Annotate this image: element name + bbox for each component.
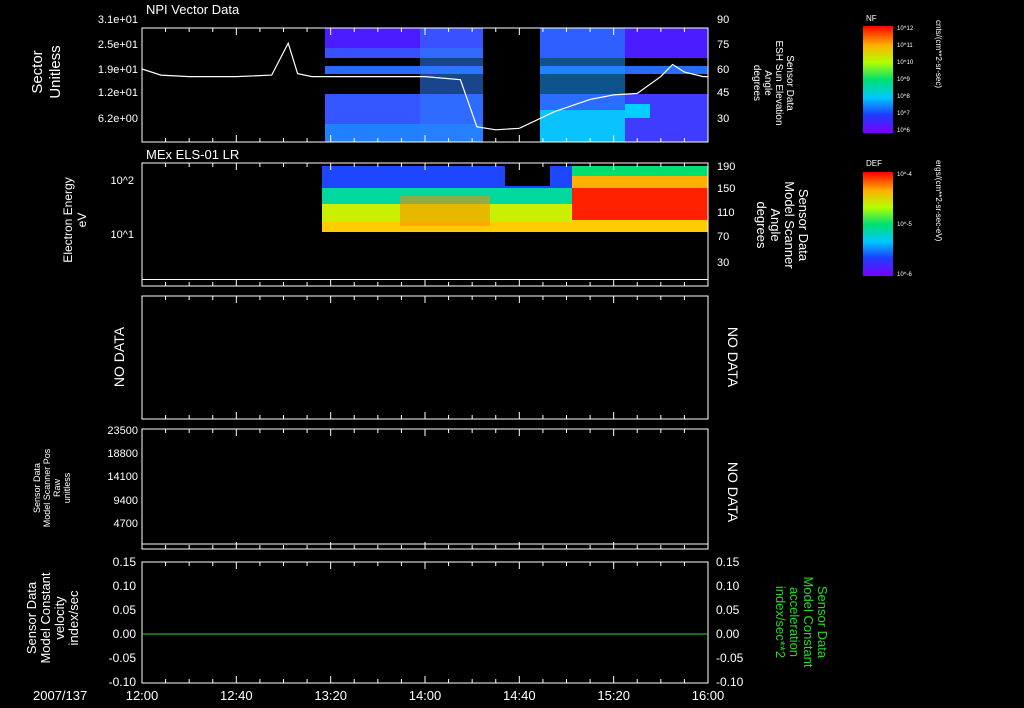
- npi-colorbar-tick: 10^9: [897, 77, 910, 83]
- p5-right-tick: 0.10: [716, 579, 740, 593]
- npi-ylabel-line1: Sector: [29, 50, 46, 93]
- time-tick-label: 16:00: [692, 688, 725, 703]
- p5-ylabel-line2: Model Constant: [38, 572, 53, 663]
- p4-ytick: 4700: [114, 518, 138, 530]
- p5-minor-ticks: [141, 562, 709, 683]
- npi-colorbar-units: cnts/(cm**2-sr-sec): [934, 20, 943, 88]
- p4-ytick: 23500: [107, 425, 138, 437]
- els-ylabel-line2: eV: [75, 213, 89, 228]
- p5-ylabel-line1: Sensor Data: [24, 581, 39, 654]
- p5-right-tick: -0.10: [716, 675, 744, 689]
- p5-ylabel-line3: velocity: [52, 596, 67, 640]
- npi-right-label-line3: Angle: [762, 70, 773, 96]
- els-right-label-line3: Angle: [768, 208, 783, 241]
- npi-ytick: 3.1e+01: [98, 14, 138, 26]
- p5-ytick: 0.00: [113, 627, 137, 641]
- time-tick-label: 12:40: [220, 688, 253, 703]
- npi-ylabel-line2: Unitless: [47, 45, 64, 98]
- p3-minor-ticks: [141, 296, 709, 419]
- p5-right-label-line3: acceleration: [787, 587, 802, 657]
- els-colorbar-tick: 10^-4: [897, 172, 912, 178]
- els-heatmap: [322, 166, 708, 232]
- els-right-label-line4: degrees: [754, 202, 769, 249]
- p5-right-tick: -0.05: [716, 651, 744, 665]
- p4-ylabel-line3: Raw: [52, 479, 62, 498]
- time-axis: 2007/137 12:00 12:40 13:20 14:00 14:40 15:20 1…: [33, 688, 724, 703]
- p5-ytick: 0.15: [113, 555, 137, 569]
- els-colorbar-tick: 10^-6: [897, 272, 912, 278]
- p5-right-tick: 0.05: [716, 603, 740, 617]
- p5-ytick: 0.05: [113, 603, 137, 617]
- els-colorbar-label: DEF: [866, 159, 882, 168]
- panel-scanner-pos: 23500 18800 14100 9400 4700 Sensor Data …: [32, 425, 741, 550]
- npi-right-tick: 75: [717, 39, 729, 51]
- npi-heatmap: [325, 28, 708, 142]
- els-right-label-line1: Sensor Data: [796, 189, 811, 262]
- els-right-tick: 150: [717, 183, 735, 195]
- npi-right-tick: 45: [717, 87, 729, 99]
- time-tick-label: 12:00: [126, 688, 159, 703]
- npi-colorbar-tick: 10^11: [897, 43, 913, 49]
- npi-right-tick: 90: [717, 14, 729, 26]
- els-colorbar-units: ergs/(cm**2-sr-sec-eV): [934, 160, 943, 242]
- time-tick-label: 15:20: [597, 688, 630, 703]
- els-ytick: 10^1: [110, 229, 134, 241]
- els-ylabel-line1: Electron Energy: [61, 177, 75, 262]
- panel-npi: NPI Vector Data 3.1e+01 2.5e+01 1.9e+01 …: [29, 2, 943, 143]
- els-title: MEx ELS-01 LR: [146, 147, 239, 162]
- npi-ytick: 1.2e+01: [98, 87, 138, 99]
- npi-right-tick: 60: [717, 64, 729, 76]
- time-tick-label: 13:20: [314, 688, 347, 703]
- p5-right-label-line4: index/sec**2: [773, 586, 788, 658]
- npi-colorbar-tick: 10^6: [897, 128, 910, 134]
- p3-right-no-data: NO DATA: [725, 327, 741, 388]
- els-right-tick: 70: [717, 231, 729, 243]
- els-colorbar-tick: 10^-5: [897, 222, 912, 228]
- npi-right-label-line1: Sensor Data: [784, 55, 795, 111]
- npi-right-label-line2: ESH Sun Elevation: [773, 40, 784, 125]
- els-right-label-line2: Model Scanner: [782, 181, 797, 269]
- npi-title: NPI Vector Data: [146, 2, 240, 17]
- p4-ytick: 9400: [114, 495, 138, 507]
- els-colorbar: [863, 172, 893, 276]
- panel-empty: NO DATA NO DATA: [111, 295, 741, 420]
- npi-right-tick: 30: [717, 113, 729, 125]
- p5-ytick: -0.10: [109, 675, 137, 689]
- p5-ytick: 0.10: [113, 579, 137, 593]
- npi-right-label-line4: degrees: [751, 65, 762, 101]
- p4-right-no-data: NO DATA: [725, 462, 741, 523]
- panel-els: MEx ELS-01 LR 10^2 10^1 190 150 110 70 3…: [61, 147, 943, 287]
- npi-colorbar-tick: 10^8: [897, 94, 910, 100]
- p4-ytick: 14100: [107, 471, 138, 483]
- chart-stack: NPI Vector Data 3.1e+01 2.5e+01 1.9e+01 …: [24, 2, 943, 703]
- p4-ytick: 18800: [107, 448, 138, 460]
- p5-right-tick: 0.15: [716, 555, 740, 569]
- p5-ytick: -0.05: [109, 651, 137, 665]
- time-tick-label: 14:00: [409, 688, 442, 703]
- els-right-tick: 30: [717, 257, 729, 269]
- npi-ytick: 2.5e+01: [98, 39, 138, 51]
- p5-ylabel-line4: index/sec: [66, 590, 81, 645]
- npi-colorbar-tick: 10^7: [897, 111, 910, 117]
- p4-ylabel-line4: unitless: [62, 472, 72, 503]
- els-right-tick: 110: [717, 207, 735, 219]
- npi-colorbar-label: NF: [866, 14, 877, 23]
- panel-velocity: 0.15 0.10 0.05 0.00 -0.05 -0.10 0.15 0.1…: [24, 555, 830, 689]
- els-ytick: 10^2: [110, 175, 134, 187]
- p5-right-tick: 0.00: [716, 627, 740, 641]
- p5-right-label-line2: Model Constant: [801, 576, 816, 667]
- p5-right-label-line1: Sensor Data: [815, 586, 830, 659]
- npi-colorbar-tick: 10^12: [897, 26, 914, 32]
- p4-ylabel-line2: Model Scanner Pos: [42, 448, 52, 527]
- npi-ytick: 6.2e+00: [98, 113, 138, 125]
- npi-colorbar-tick: 10^10: [897, 60, 914, 66]
- p4-minor-ticks: [141, 429, 709, 549]
- npi-colorbar: [863, 26, 893, 133]
- els-right-tick: 190: [717, 161, 735, 173]
- time-axis-date: 2007/137: [33, 688, 87, 703]
- p4-ylabel-line1: Sensor Data: [32, 463, 42, 513]
- time-tick-label: 14:40: [503, 688, 536, 703]
- npi-ytick: 1.9e+01: [98, 64, 138, 76]
- p3-left-no-data: NO DATA: [111, 326, 127, 387]
